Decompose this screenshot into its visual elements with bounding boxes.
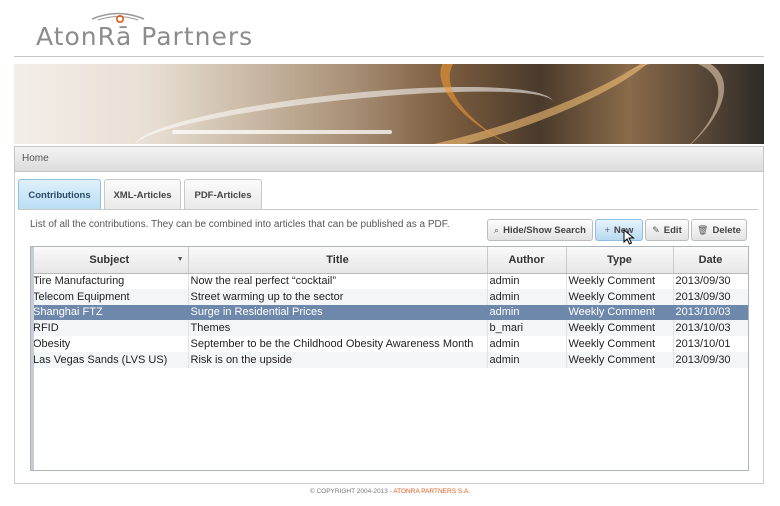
- cell-title: Street warming up to the sector: [188, 288, 488, 305]
- edit-button[interactable]: ✎ Edit: [645, 219, 689, 241]
- grid-header-row: Subject ▼ Title Author Type Date: [31, 247, 748, 274]
- cell-date: 2013/10/03: [673, 320, 748, 337]
- footer-company-link[interactable]: ATONRA PARTNERS S.A.: [393, 488, 470, 495]
- tab-xml-articles[interactable]: XML-Articles: [104, 179, 181, 210]
- column-header-subject[interactable]: Subject ▼: [31, 247, 189, 274]
- cell-title: Now the real perfect “cocktail”: [188, 273, 488, 289]
- cell-type: Weekly Comment: [566, 336, 674, 352]
- breadcrumb-home[interactable]: Home: [22, 153, 49, 164]
- logo-text: AtonRā Partners: [36, 22, 254, 51]
- tab-pdf-articles[interactable]: PDF-Articles: [184, 179, 262, 210]
- table-row[interactable]: RFID Themes b_mari Weekly Comment 2013/1…: [31, 320, 748, 337]
- hide-show-search-label: Hide/Show Search: [503, 224, 586, 236]
- tab-label: Contributions: [28, 189, 91, 201]
- mouse-pointer-icon: [623, 229, 635, 245]
- table-row[interactable]: Obesity September to be the Childhood Ob…: [31, 336, 748, 352]
- column-header-label: Title: [326, 253, 349, 266]
- pencil-icon: ✎: [652, 224, 660, 235]
- tab-contributions[interactable]: Contributions: [18, 179, 101, 210]
- cell-subject: Tire Manufacturing: [31, 273, 189, 289]
- cell-subject: Obesity: [31, 336, 189, 352]
- table-row-selected[interactable]: Shanghai FTZ Surge in Residential Prices…: [31, 304, 748, 321]
- new-button[interactable]: + New: [595, 219, 643, 241]
- column-header-label: Author: [508, 253, 545, 266]
- table-row[interactable]: Telecom Equipment Street warming up to t…: [31, 288, 748, 305]
- tab-label: PDF-Articles: [194, 189, 252, 201]
- column-header-date[interactable]: Date: [673, 247, 748, 274]
- cell-date: 2013/10/01: [673, 336, 748, 352]
- cell-subject: Telecom Equipment: [31, 288, 189, 305]
- cell-type: Weekly Comment: [566, 304, 674, 321]
- search-icon: ⌕: [494, 224, 500, 235]
- column-header-title[interactable]: Title: [188, 247, 488, 274]
- cell-author: admin: [487, 288, 567, 305]
- tab-label: XML-Articles: [113, 189, 172, 201]
- header-banner-image: [14, 64, 764, 144]
- cell-author: admin: [487, 351, 567, 368]
- tab-bar-divider: [18, 209, 758, 210]
- sort-desc-icon: ▼: [176, 256, 184, 263]
- cell-subject: Shanghai FTZ: [31, 304, 189, 321]
- cell-author: admin: [487, 304, 567, 321]
- table-row[interactable]: Tire Manufacturing Now the real perfect …: [31, 273, 748, 289]
- plus-icon: +: [604, 225, 610, 235]
- delete-button[interactable]: 🗑︎ Delete: [691, 219, 747, 241]
- column-header-label: Subject: [89, 253, 130, 266]
- cell-date: 2013/09/30: [673, 273, 748, 289]
- cell-date: 2013/10/03: [673, 304, 748, 321]
- cell-author: admin: [487, 336, 567, 352]
- hide-show-search-button[interactable]: ⌕ Hide/Show Search: [487, 219, 593, 241]
- column-header-label: Date: [698, 253, 723, 266]
- cell-author: b_mari: [487, 320, 567, 337]
- contributions-grid: Subject ▼ Title Author Type Date Tire Ma…: [30, 246, 749, 471]
- cell-subject: Las Vegas Sands (LVS US): [31, 351, 189, 368]
- column-header-label: Type: [607, 253, 632, 266]
- grid-left-border: [31, 247, 34, 470]
- contributions-description: List of all the contributions. They can …: [30, 219, 450, 230]
- footer: © COPYRIGHT 2004-2013 - ATONRA PARTNERS …: [0, 488, 780, 495]
- cell-title: Surge in Residential Prices: [188, 304, 488, 321]
- delete-label: Delete: [712, 224, 741, 236]
- table-row[interactable]: Las Vegas Sands (LVS US) Risk is on the …: [31, 351, 748, 368]
- column-header-type[interactable]: Type: [566, 247, 674, 274]
- breadcrumb: Home: [14, 146, 764, 172]
- cell-subject: RFID: [31, 320, 189, 337]
- cell-type: Weekly Comment: [566, 351, 674, 368]
- cell-title: Themes: [188, 320, 488, 337]
- column-header-author[interactable]: Author: [487, 247, 567, 274]
- cell-type: Weekly Comment: [566, 273, 674, 289]
- cell-type: Weekly Comment: [566, 320, 674, 337]
- cell-type: Weekly Comment: [566, 288, 674, 305]
- header-divider: [14, 56, 764, 57]
- cell-date: 2013/09/30: [673, 288, 748, 305]
- trash-icon: 🗑︎: [697, 224, 709, 235]
- cell-title: September to be the Childhood Obesity Aw…: [188, 336, 488, 352]
- edit-label: Edit: [663, 224, 682, 236]
- footer-copyright: © COPYRIGHT 2004-2013 -: [309, 488, 394, 495]
- cell-author: admin: [487, 273, 567, 289]
- cell-title: Risk is on the upside: [188, 351, 488, 368]
- cell-date: 2013/09/30: [673, 351, 748, 368]
